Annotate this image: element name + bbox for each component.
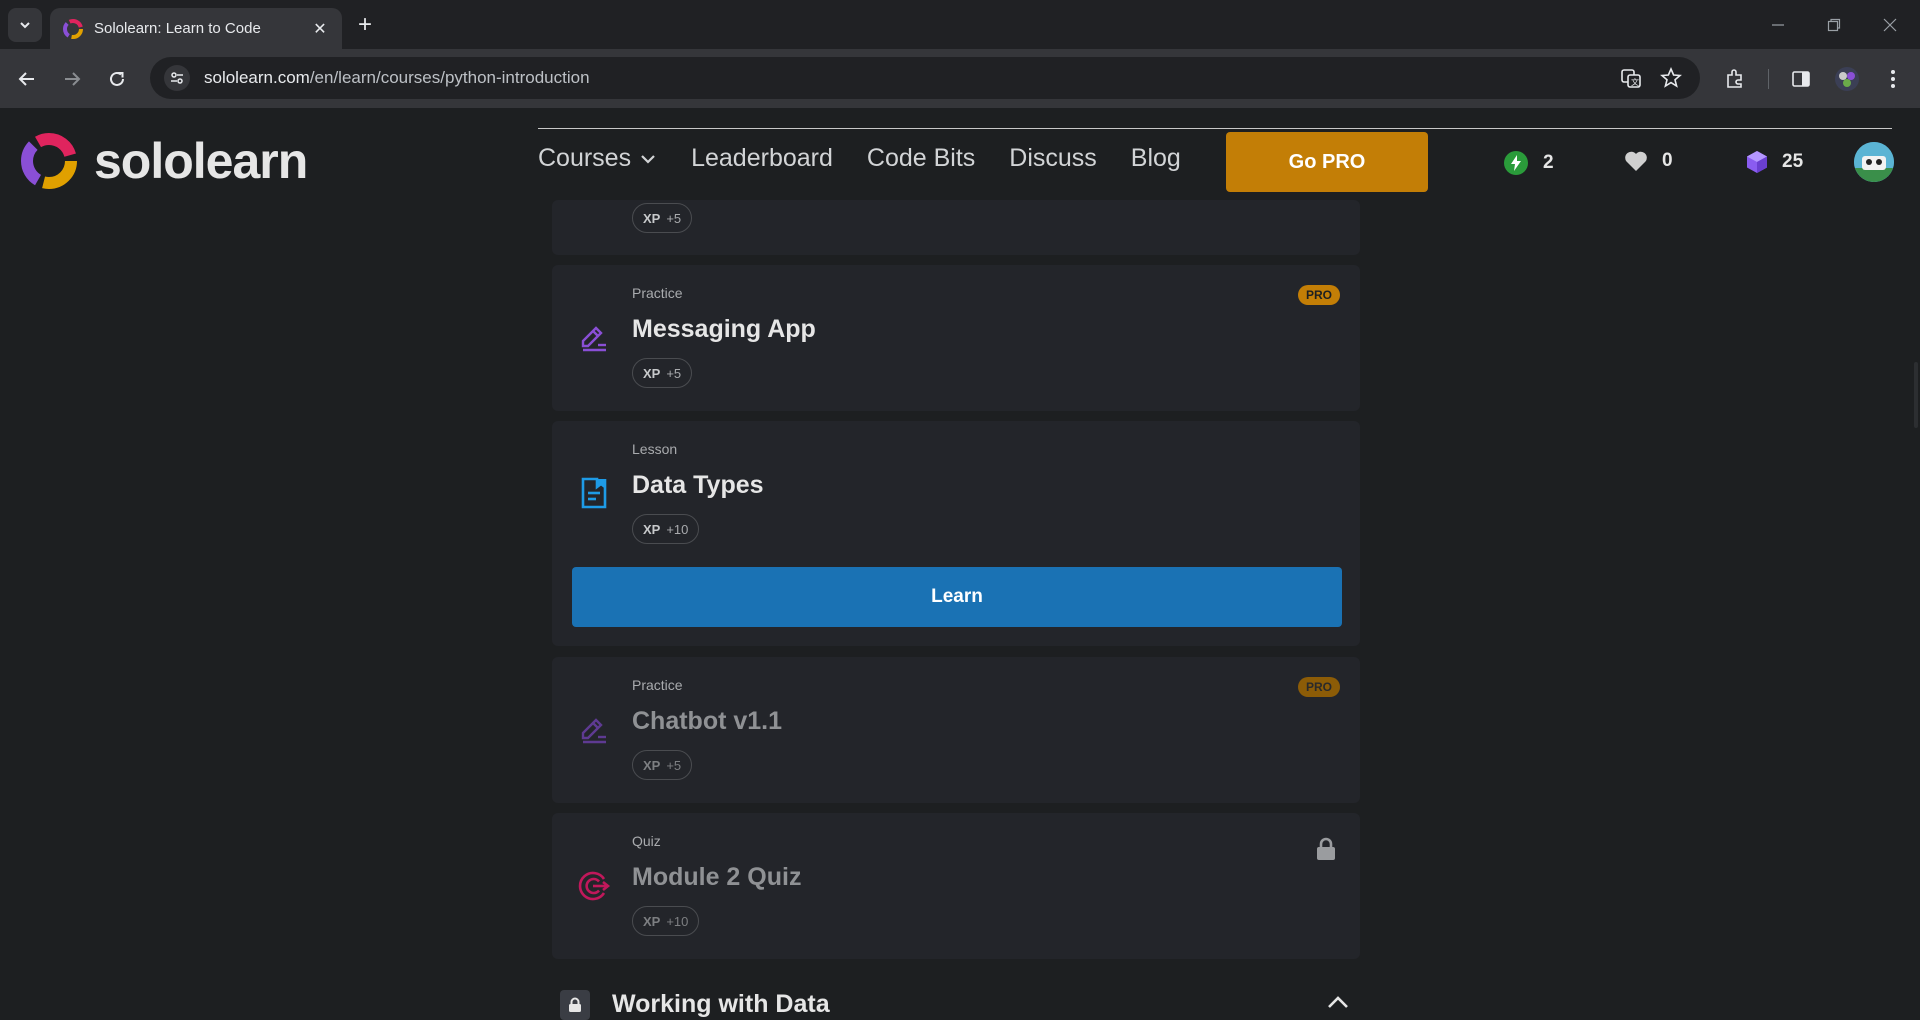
nav-code-bits[interactable]: Code Bits [867, 144, 975, 173]
sololearn-logo-icon [21, 133, 77, 189]
browser-toolbar: sololearn.com/en/learn/courses/python-in… [0, 49, 1920, 108]
header-divider [538, 128, 1892, 129]
chevron-down-icon [20, 22, 30, 29]
extensions-icon[interactable] [1718, 62, 1752, 96]
hearts-counter[interactable]: 0 [1624, 150, 1673, 172]
lesson-card-previous[interactable]: XP +5 [552, 200, 1360, 255]
card-title: Module 2 Quiz [632, 863, 802, 891]
card-type-label: Practice [632, 677, 683, 693]
tab-title: Sololearn: Learn to Code [94, 20, 261, 37]
main-nav: Courses Leaderboard Code Bits Discuss Bl… [538, 144, 1215, 173]
xp-badge: XP +5 [632, 750, 693, 780]
gem-cube-icon [1747, 151, 1767, 173]
xp-value: +10 [666, 521, 689, 537]
browser-tab[interactable]: Sololearn: Learn to Code ✕ [50, 8, 342, 49]
nav-courses[interactable]: Courses [538, 144, 657, 173]
url-text: sololearn.com/en/learn/courses/python-in… [204, 68, 1606, 88]
browser-tabbar: Sololearn: Learn to Code ✕ + [0, 0, 1920, 49]
toolbar-divider [1768, 69, 1769, 89]
section-lock-badge [560, 990, 590, 1020]
quiz-target-icon [576, 868, 612, 904]
nav-courses-label: Courses [538, 144, 632, 172]
card-type-label: Practice [632, 285, 683, 301]
nav-discuss[interactable]: Discuss [1009, 144, 1097, 173]
xp-badge: XP +10 [632, 514, 700, 544]
xp-badge: XP +5 [632, 358, 693, 388]
restore-icon[interactable] [1814, 10, 1854, 40]
gems-counter[interactable]: 25 [1746, 150, 1803, 174]
sololearn-favicon-icon [63, 18, 83, 39]
xp-label: XP [643, 913, 661, 929]
section-header-working-with-data[interactable]: Working with Data [560, 990, 1360, 1020]
url-path: /en/learn/courses/python-introduction [309, 68, 590, 87]
lesson-card-messaging-app[interactable]: Practice Messaging App XP +5 PRO [552, 265, 1360, 411]
streak-counter[interactable]: 2 [1503, 150, 1554, 176]
forward-button[interactable] [55, 62, 89, 96]
logo-text: sololearn [94, 133, 308, 189]
xp-badge: XP +10 [632, 906, 700, 936]
browser-menu-icon[interactable] [1876, 62, 1910, 96]
learn-button[interactable]: Learn [572, 567, 1342, 627]
arrow-left-icon [18, 72, 34, 86]
card-title: Chatbot v1.1 [632, 707, 783, 735]
profile-avatar-icon[interactable] [1830, 62, 1864, 96]
lesson-card-data-types[interactable]: Lesson Data Types XP +10 Learn [552, 421, 1360, 646]
site-info-icon[interactable] [164, 65, 190, 91]
practice-pencil-icon [576, 320, 612, 356]
pro-badge: PRO [1297, 285, 1340, 305]
new-tab-button[interactable]: + [350, 10, 380, 40]
streak-count: 2 [1543, 152, 1554, 173]
address-bar[interactable]: sololearn.com/en/learn/courses/python-in… [150, 57, 1700, 99]
back-button[interactable] [10, 62, 44, 96]
lightning-icon [1504, 151, 1528, 175]
translate-icon[interactable]: 文 [1616, 63, 1646, 93]
practice-pencil-icon [576, 712, 612, 748]
arrow-right-icon [65, 72, 81, 86]
reload-icon [110, 71, 124, 86]
tab-search-button[interactable] [8, 8, 42, 42]
bookmark-star-icon[interactable] [1656, 63, 1686, 93]
heart-icon [1625, 151, 1647, 171]
lesson-card-module-quiz[interactable]: Quiz Module 2 Quiz XP +10 [552, 813, 1360, 959]
xp-value: +10 [666, 913, 689, 929]
close-window-icon[interactable] [1870, 10, 1910, 40]
reload-button[interactable] [100, 62, 134, 96]
chevron-up-icon[interactable] [1326, 994, 1350, 1010]
xp-label: XP [643, 521, 661, 537]
xp-label: XP [643, 210, 661, 226]
url-host: sololearn.com [204, 68, 310, 87]
scrollbar-thumb[interactable] [1914, 362, 1918, 428]
card-title: Messaging App [632, 315, 816, 343]
chevron-down-icon [641, 154, 655, 164]
nav-blog[interactable]: Blog [1131, 144, 1181, 173]
lesson-document-icon [576, 475, 612, 511]
close-tab-icon[interactable]: ✕ [310, 19, 330, 39]
pro-badge: PRO [1297, 677, 1340, 697]
sololearn-logo[interactable]: sololearn [18, 130, 308, 192]
xp-label: XP [643, 365, 661, 381]
user-avatar[interactable] [1854, 142, 1894, 182]
svg-text:文: 文 [1631, 77, 1639, 87]
xp-value: +5 [666, 757, 682, 773]
xp-value: +5 [666, 365, 682, 381]
go-pro-button[interactable]: Go PRO [1226, 132, 1428, 192]
card-type-label: Quiz [632, 833, 661, 849]
card-type-label: Lesson [632, 441, 678, 457]
xp-badge: XP +5 [632, 203, 693, 233]
card-title: Data Types [632, 471, 764, 499]
nav-leaderboard[interactable]: Leaderboard [691, 144, 833, 173]
gems-count: 25 [1782, 151, 1804, 172]
lesson-card-chatbot[interactable]: Practice Chatbot v1.1 XP +5 PRO [552, 657, 1360, 803]
section-title: Working with Data [612, 990, 830, 1018]
lock-icon [569, 997, 581, 1012]
hearts-count: 0 [1662, 150, 1673, 171]
lock-icon [1317, 837, 1335, 860]
minimize-icon[interactable] [1758, 10, 1798, 40]
xp-value: +5 [666, 210, 682, 226]
side-panel-icon[interactable] [1784, 62, 1818, 96]
xp-label: XP [643, 757, 661, 773]
site-header: sololearn Courses Leaderboard Code Bits … [0, 108, 1920, 213]
